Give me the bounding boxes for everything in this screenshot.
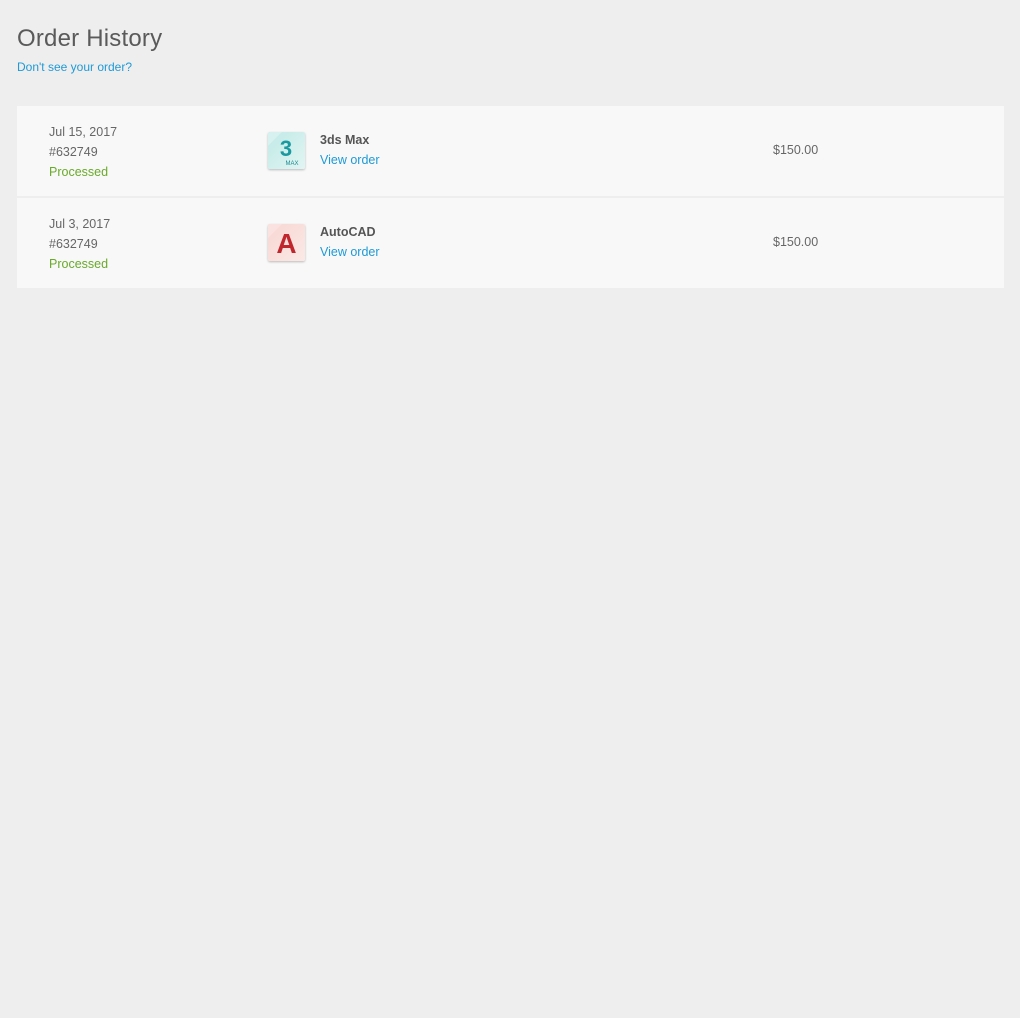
order-price: $150.00 [773, 143, 819, 157]
svg-text:3: 3 [280, 136, 292, 161]
order-number: #632749 [49, 237, 98, 251]
order-history-page: Order History Don't see your order? Jul … [17, 24, 1004, 288]
order-row: Jul 3, 2017 #632749 Processed A AutoCAD … [17, 198, 1004, 288]
order-row: Jul 15, 2017 #632749 Processed 3 MAX 3ds… [17, 106, 1004, 198]
product-info: 3ds Max View order [320, 130, 380, 170]
page-title: Order History [17, 25, 163, 52]
order-number: #632749 [49, 145, 98, 159]
order-meta: Jul 15, 2017 #632749 Processed [49, 122, 117, 182]
order-date: Jul 3, 2017 [49, 217, 111, 231]
view-order-link[interactable]: View order [320, 242, 380, 262]
order-status: Processed [49, 257, 109, 271]
order-price: $150.00 [773, 235, 819, 249]
autocad-logo-icon: A [268, 224, 305, 261]
svg-text:MAX: MAX [285, 161, 298, 167]
missing-order-help-link[interactable]: Don't see your order? [17, 60, 132, 74]
product-name: 3ds Max [320, 133, 370, 147]
order-date: Jul 15, 2017 [49, 125, 118, 139]
3ds-max-logo-icon: 3 MAX [268, 132, 305, 169]
svg-text:A: A [276, 228, 296, 259]
order-meta: Jul 3, 2017 #632749 Processed [49, 214, 110, 274]
order-status: Processed [49, 165, 109, 179]
view-order-link[interactable]: View order [320, 150, 380, 170]
product-name: AutoCAD [320, 225, 376, 239]
order-list: Jul 15, 2017 #632749 Processed 3 MAX 3ds… [17, 106, 1004, 288]
product-info: AutoCAD View order [320, 222, 380, 262]
